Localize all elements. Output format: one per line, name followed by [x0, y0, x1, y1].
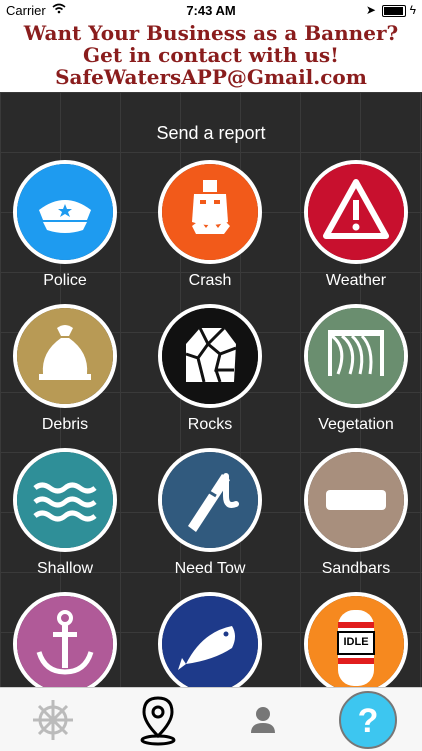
- anchor-icon: [17, 596, 113, 692]
- report-vegetation[interactable]: Vegetation: [286, 304, 422, 434]
- tab-help[interactable]: ?: [315, 688, 420, 751]
- help-icon: ?: [338, 690, 397, 749]
- ship-crash-icon: [162, 164, 258, 260]
- page-title: Send a report: [156, 123, 266, 143]
- banner-line-3: SafeWatersAPP@Gmail.com: [55, 65, 367, 89]
- shallow-circle: [13, 448, 117, 552]
- debris-circle: [13, 304, 117, 408]
- police-cap-icon: [17, 164, 113, 260]
- tow-hook-icon: [162, 452, 258, 548]
- idle-circle: IDLE: [304, 592, 408, 696]
- status-bar: Carrier 7:43 AM ➤ ϟ: [0, 0, 422, 22]
- report-label: Debris: [41, 416, 89, 433]
- report-label: Sandbars: [321, 560, 391, 577]
- report-label: Vegetation: [318, 416, 394, 433]
- report-label: Crash: [188, 272, 232, 289]
- status-time: 7:43 AM: [186, 3, 236, 18]
- battery-icon: [382, 4, 407, 17]
- rocks-circle: [158, 304, 262, 408]
- report-crash[interactable]: Crash: [140, 160, 280, 290]
- banner-line-1: Want Your Business as a Banner?: [23, 21, 399, 45]
- weather-circle: [304, 160, 408, 264]
- waves-icon: [17, 452, 113, 548]
- warning-icon: [308, 164, 404, 260]
- police-circle: [13, 160, 117, 264]
- location-arrow-icon: ➤: [365, 3, 376, 17]
- debris-bag-icon: [17, 308, 113, 404]
- report-debris[interactable]: Debris: [0, 304, 135, 434]
- report-need-tow[interactable]: Need Tow: [140, 448, 280, 578]
- banner-line-2: Get in contact with us!: [83, 43, 339, 67]
- sandbars-circle: [304, 448, 408, 552]
- report-rocks[interactable]: Rocks: [140, 304, 280, 434]
- report-label: Police: [43, 272, 87, 289]
- tab-map[interactable]: [105, 688, 210, 751]
- advertising-banner[interactable]: Want Your Business as a Banner? Get in c…: [0, 22, 422, 92]
- report-sandbars[interactable]: Sandbars: [286, 448, 422, 578]
- fish-icon: [162, 596, 258, 692]
- fish-circle: [158, 592, 262, 696]
- ship-wheel-icon: [32, 699, 73, 740]
- report-label: Need Tow: [174, 560, 246, 577]
- report-label: Weather: [325, 272, 387, 289]
- report-label: Shallow: [36, 560, 94, 577]
- charging-icon: ϟ: [409, 3, 416, 17]
- person-icon: [250, 706, 275, 733]
- tab-ship-wheel[interactable]: [0, 688, 105, 751]
- idle-label: IDLE: [343, 636, 369, 648]
- svg-text:?: ?: [357, 702, 378, 740]
- vegetation-icon: [308, 308, 404, 404]
- vegetation-circle: [304, 304, 408, 408]
- tab-bar: ?: [0, 687, 422, 751]
- need-tow-circle: [158, 448, 262, 552]
- report-weather[interactable]: Weather: [286, 160, 422, 290]
- rocks-icon: [162, 308, 258, 404]
- sandbar-icon: [308, 452, 404, 548]
- map-pin-icon: [140, 695, 175, 745]
- tab-profile[interactable]: [210, 688, 315, 751]
- report-shallow[interactable]: Shallow: [0, 448, 135, 578]
- crash-circle: [158, 160, 262, 264]
- report-police[interactable]: Police: [0, 160, 135, 290]
- report-label: Rocks: [187, 416, 233, 433]
- anchor-circle: [13, 592, 117, 696]
